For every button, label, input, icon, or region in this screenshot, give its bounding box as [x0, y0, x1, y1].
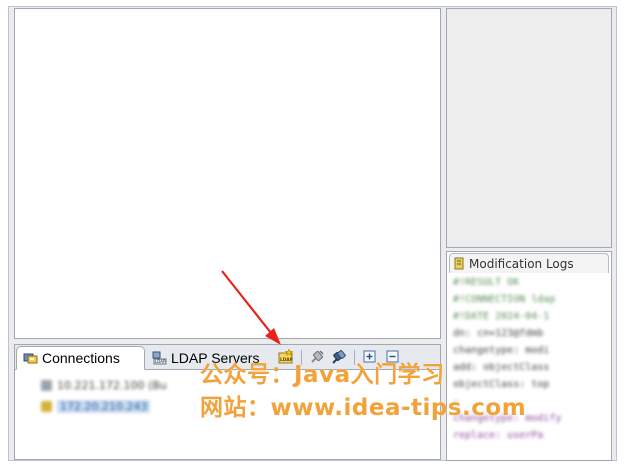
modification-logs-view[interactable]: Modification Logs #!RESULT OK #!CONNECTIO… — [446, 251, 612, 461]
connection-icon — [41, 400, 52, 412]
log-line: #!CONNECTION ldap — [453, 294, 556, 305]
tree-item-connection[interactable]: 10.221.172.100 (Bu — [41, 377, 167, 393]
modification-logs-icon — [454, 257, 464, 270]
watermark-line-1: 公众号：Java入门学习 — [200, 362, 445, 388]
watermark: 公众号：Java入门学习 网站：www.idea-tips.com — [200, 359, 600, 425]
modification-logs-label: Modification Logs — [469, 256, 574, 271]
log-line: dn: cn=123@fdmb — [453, 328, 544, 339]
workbench-window: Modification Logs #!RESULT OK #!CONNECTIO… — [0, 0, 625, 469]
tab-connections-label: Connections — [42, 350, 120, 366]
connection-label: 172.20.210.243 — [57, 399, 151, 413]
ldap-servers-icon: LDAP — [152, 351, 167, 365]
editor-area[interactable] — [14, 8, 441, 339]
log-line: changetype: modi — [453, 345, 550, 356]
tab-modification-logs[interactable]: Modification Logs — [449, 253, 609, 273]
connection-icon — [41, 379, 52, 391]
properties-view[interactable] — [446, 8, 612, 248]
log-line: #!DATE 2024-04-1 — [453, 311, 550, 322]
connection-label: 10.221.172.100 (Bu — [57, 378, 167, 392]
log-line: replace: userPa — [453, 430, 544, 441]
tree-item-connection[interactable]: 172.20.210.243 — [41, 398, 151, 414]
log-line: #!RESULT OK — [453, 277, 520, 288]
tab-connections[interactable]: Connections — [16, 346, 145, 370]
watermark-line-2: 网站：www.idea-tips.com — [200, 395, 527, 421]
svg-text:LDAP: LDAP — [155, 359, 166, 364]
connections-icon — [23, 353, 38, 364]
